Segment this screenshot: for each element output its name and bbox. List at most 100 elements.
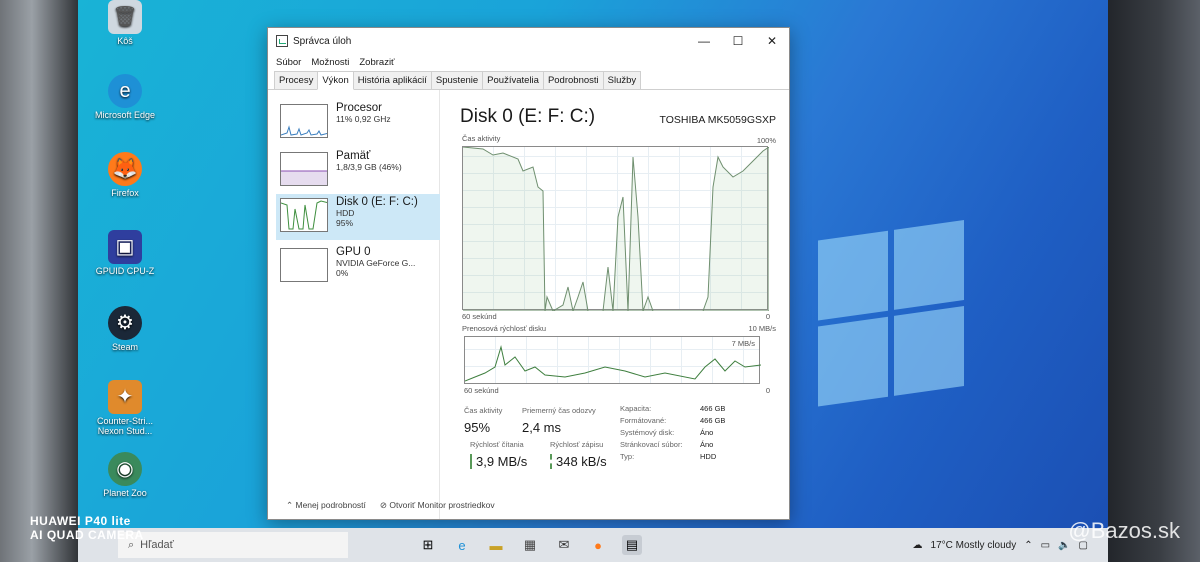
weather-icon: ☁ <box>912 539 923 551</box>
tab-performance[interactable]: Výkon <box>317 71 354 90</box>
tab-users[interactable]: Používatelia <box>482 71 544 89</box>
resource-value: NVIDIA GeForce G... <box>336 258 416 268</box>
resource-memory[interactable]: Pamäť 1,8/3,9 GB (46%) <box>280 148 440 194</box>
desktop-icon-planet-zoo[interactable]: ◉ Planet Zoo <box>90 452 160 498</box>
edge-taskbar-icon[interactable]: e <box>452 535 472 555</box>
transfer-rate-graph: 7 MB/s <box>464 336 761 384</box>
prop-value: 466 GB <box>700 404 726 413</box>
resource-value: HDD <box>336 208 355 218</box>
resource-gpu-0[interactable]: GPU 0 NVIDIA GeForce G... 0% <box>280 244 440 290</box>
resource-value: 95% <box>336 218 354 228</box>
close-button[interactable]: ✕ <box>755 34 789 48</box>
fewer-details-link[interactable]: ⌃ Menej podrobností <box>286 500 366 511</box>
tab-processes[interactable]: Procesy <box>274 71 319 89</box>
prop-label: Systémový disk: <box>620 428 675 437</box>
minimize-button[interactable]: — <box>687 34 721 48</box>
prop-value: Áno <box>700 428 714 437</box>
prop-label: Formátované: <box>620 416 667 425</box>
network-icon[interactable]: ▭ <box>1041 540 1050 551</box>
desktop-icon-cpuz[interactable]: ▣ GPUID CPU-Z <box>90 230 160 276</box>
resource-cpu[interactable]: Procesor 11% 0,92 GHz <box>280 100 440 146</box>
cpu-thumbnail-graph <box>280 104 328 138</box>
mail-icon[interactable]: ✉ <box>554 535 574 555</box>
write-speed-label: Rýchlosť zápisu <box>550 440 604 449</box>
tab-bar: Procesy Výkon História aplikácií Spusten… <box>268 70 789 90</box>
weather-text[interactable]: 17°C Mostly cloudy <box>931 540 1017 551</box>
memory-thumbnail-graph <box>280 152 328 186</box>
desktop-icon-label: Counter-Stri... Nexon Stud... <box>96 416 154 436</box>
watermark-line1: HUAWEI P40 lite <box>30 514 131 528</box>
graph2-time: 60 sekúnd <box>464 386 499 395</box>
monitor-bezel-right <box>1100 0 1200 562</box>
search-placeholder: Hľadať <box>140 539 174 551</box>
desktop-icon-label: Firefox <box>111 188 139 198</box>
footer: ⌃ Menej podrobností ⊘ Otvoriť Monitor pr… <box>286 500 495 511</box>
graph1-min: 0 <box>765 312 770 321</box>
desktop-icon-label: GPUID CPU-Z <box>95 266 155 276</box>
resource-name: Disk 0 (E: F: C:) <box>336 196 418 208</box>
file-explorer-icon[interactable]: ▬ <box>486 535 506 555</box>
desktop-icon-edge[interactable]: e Microsoft Edge <box>90 74 160 120</box>
detail-title: Disk 0 (E: F: C:) <box>460 106 596 127</box>
response-time-value: 2,4 ms <box>522 420 562 435</box>
window-title: Správca úloh <box>293 35 352 47</box>
desktop-icon-steam[interactable]: ⚙ Steam <box>90 306 160 352</box>
disk-thumbnail-graph <box>280 198 328 232</box>
system-tray: ☁ 17°C Mostly cloudy ⌃ ▭ 🔈 ▢ <box>913 540 1088 551</box>
read-speed-value: 3,9 MB/s <box>470 454 527 469</box>
active-time-label: Čas aktivity <box>464 406 503 415</box>
active-time-value: 95% <box>464 420 491 435</box>
taskbar-apps: ⊞ e ▬ ▦ ✉ ● ▤ <box>418 535 642 555</box>
prop-label: Typ: <box>620 452 635 461</box>
resource-name: Procesor <box>336 102 383 114</box>
gpu-thumbnail-graph <box>280 248 328 282</box>
task-manager-taskbar-icon[interactable]: ▤ <box>622 535 642 555</box>
graph2-label: Prenosová rýchlosť disku <box>462 324 547 333</box>
desktop-icon-label: Planet Zoo <box>103 488 147 498</box>
title-bar[interactable]: Správca úloh — ☐ ✕ <box>268 28 789 54</box>
camera-watermark: HUAWEI P40 lite AI QUAD CAMERA <box>30 514 144 542</box>
resource-list: Procesor 11% 0,92 GHz Pamäť 1,8/3,9 GB (… <box>268 90 440 519</box>
chevron-up-icon[interactable]: ⌃ <box>1024 540 1032 551</box>
site-watermark: @Bazos.sk <box>1068 518 1180 543</box>
performance-panel: Procesor 11% 0,92 GHz Pamäť 1,8/3,9 GB (… <box>268 90 789 519</box>
desktop-icon-firefox[interactable]: 🦊 Firefox <box>90 152 160 198</box>
resource-value: 11% 0,92 GHz <box>336 114 391 124</box>
tab-app-history[interactable]: História aplikácií <box>352 71 432 89</box>
task-manager-icon <box>276 35 288 47</box>
graph1-label: Čas aktivity <box>462 134 501 143</box>
desktop-icon-label: Steam <box>111 342 138 352</box>
menu-view[interactable]: Zobraziť <box>359 57 394 68</box>
tab-services[interactable]: Služby <box>602 71 642 89</box>
maximize-button[interactable]: ☐ <box>721 34 755 48</box>
task-view-icon[interactable]: ⊞ <box>418 535 438 555</box>
firefox-icon: 🦊 <box>108 152 142 186</box>
desktop-icon-counter-strike[interactable]: ✦ Counter-Stri... Nexon Stud... <box>90 380 160 436</box>
open-resource-monitor-link[interactable]: ⊘ Otvoriť Monitor prostriedkov <box>380 500 495 511</box>
write-speed-value: 348 kB/s <box>550 454 607 469</box>
resource-name: Pamäť <box>336 150 371 162</box>
menu-options[interactable]: Možnosti <box>311 57 349 68</box>
disk-detail: Disk 0 (E: F: C:) TOSHIBA MK5059GSXP Čas… <box>458 90 778 519</box>
edge-icon: e <box>108 74 142 108</box>
taskbar-search[interactable]: ⌕ Hľadať <box>118 532 348 558</box>
resource-value: 0% <box>336 268 349 278</box>
graph2-min: 0 <box>765 386 770 395</box>
prop-label: Stránkovací súbor: <box>620 440 683 449</box>
prop-value: 466 GB <box>700 416 726 425</box>
disk-model: TOSHIBA MK5059GSXP <box>659 114 776 126</box>
graph1-time: 60 sekúnd <box>462 312 497 321</box>
taskbar: ⌕ Hľadať ⊞ e ▬ ▦ ✉ ● ▤ ☁ 17°C Mostly clo… <box>78 528 1108 562</box>
resource-disk-0[interactable]: Disk 0 (E: F: C:) HDD 95% <box>276 194 440 240</box>
store-icon[interactable]: ▦ <box>520 535 540 555</box>
resource-value: 1,8/3,9 GB (46%) <box>336 162 402 172</box>
prop-value: HDD <box>700 452 717 461</box>
tab-startup[interactable]: Spustenie <box>430 71 484 89</box>
desktop-icon-label: Kôš <box>117 36 133 46</box>
tab-details[interactable]: Podrobnosti <box>542 71 604 89</box>
desktop-icon-recycle-bin[interactable]: 🗑 Kôš <box>90 0 160 46</box>
read-speed-label: Rýchlosť čítania <box>470 440 524 449</box>
graph1-max: 100% <box>756 136 776 145</box>
menu-file[interactable]: Súbor <box>276 57 301 68</box>
firefox-taskbar-icon[interactable]: ● <box>588 535 608 555</box>
